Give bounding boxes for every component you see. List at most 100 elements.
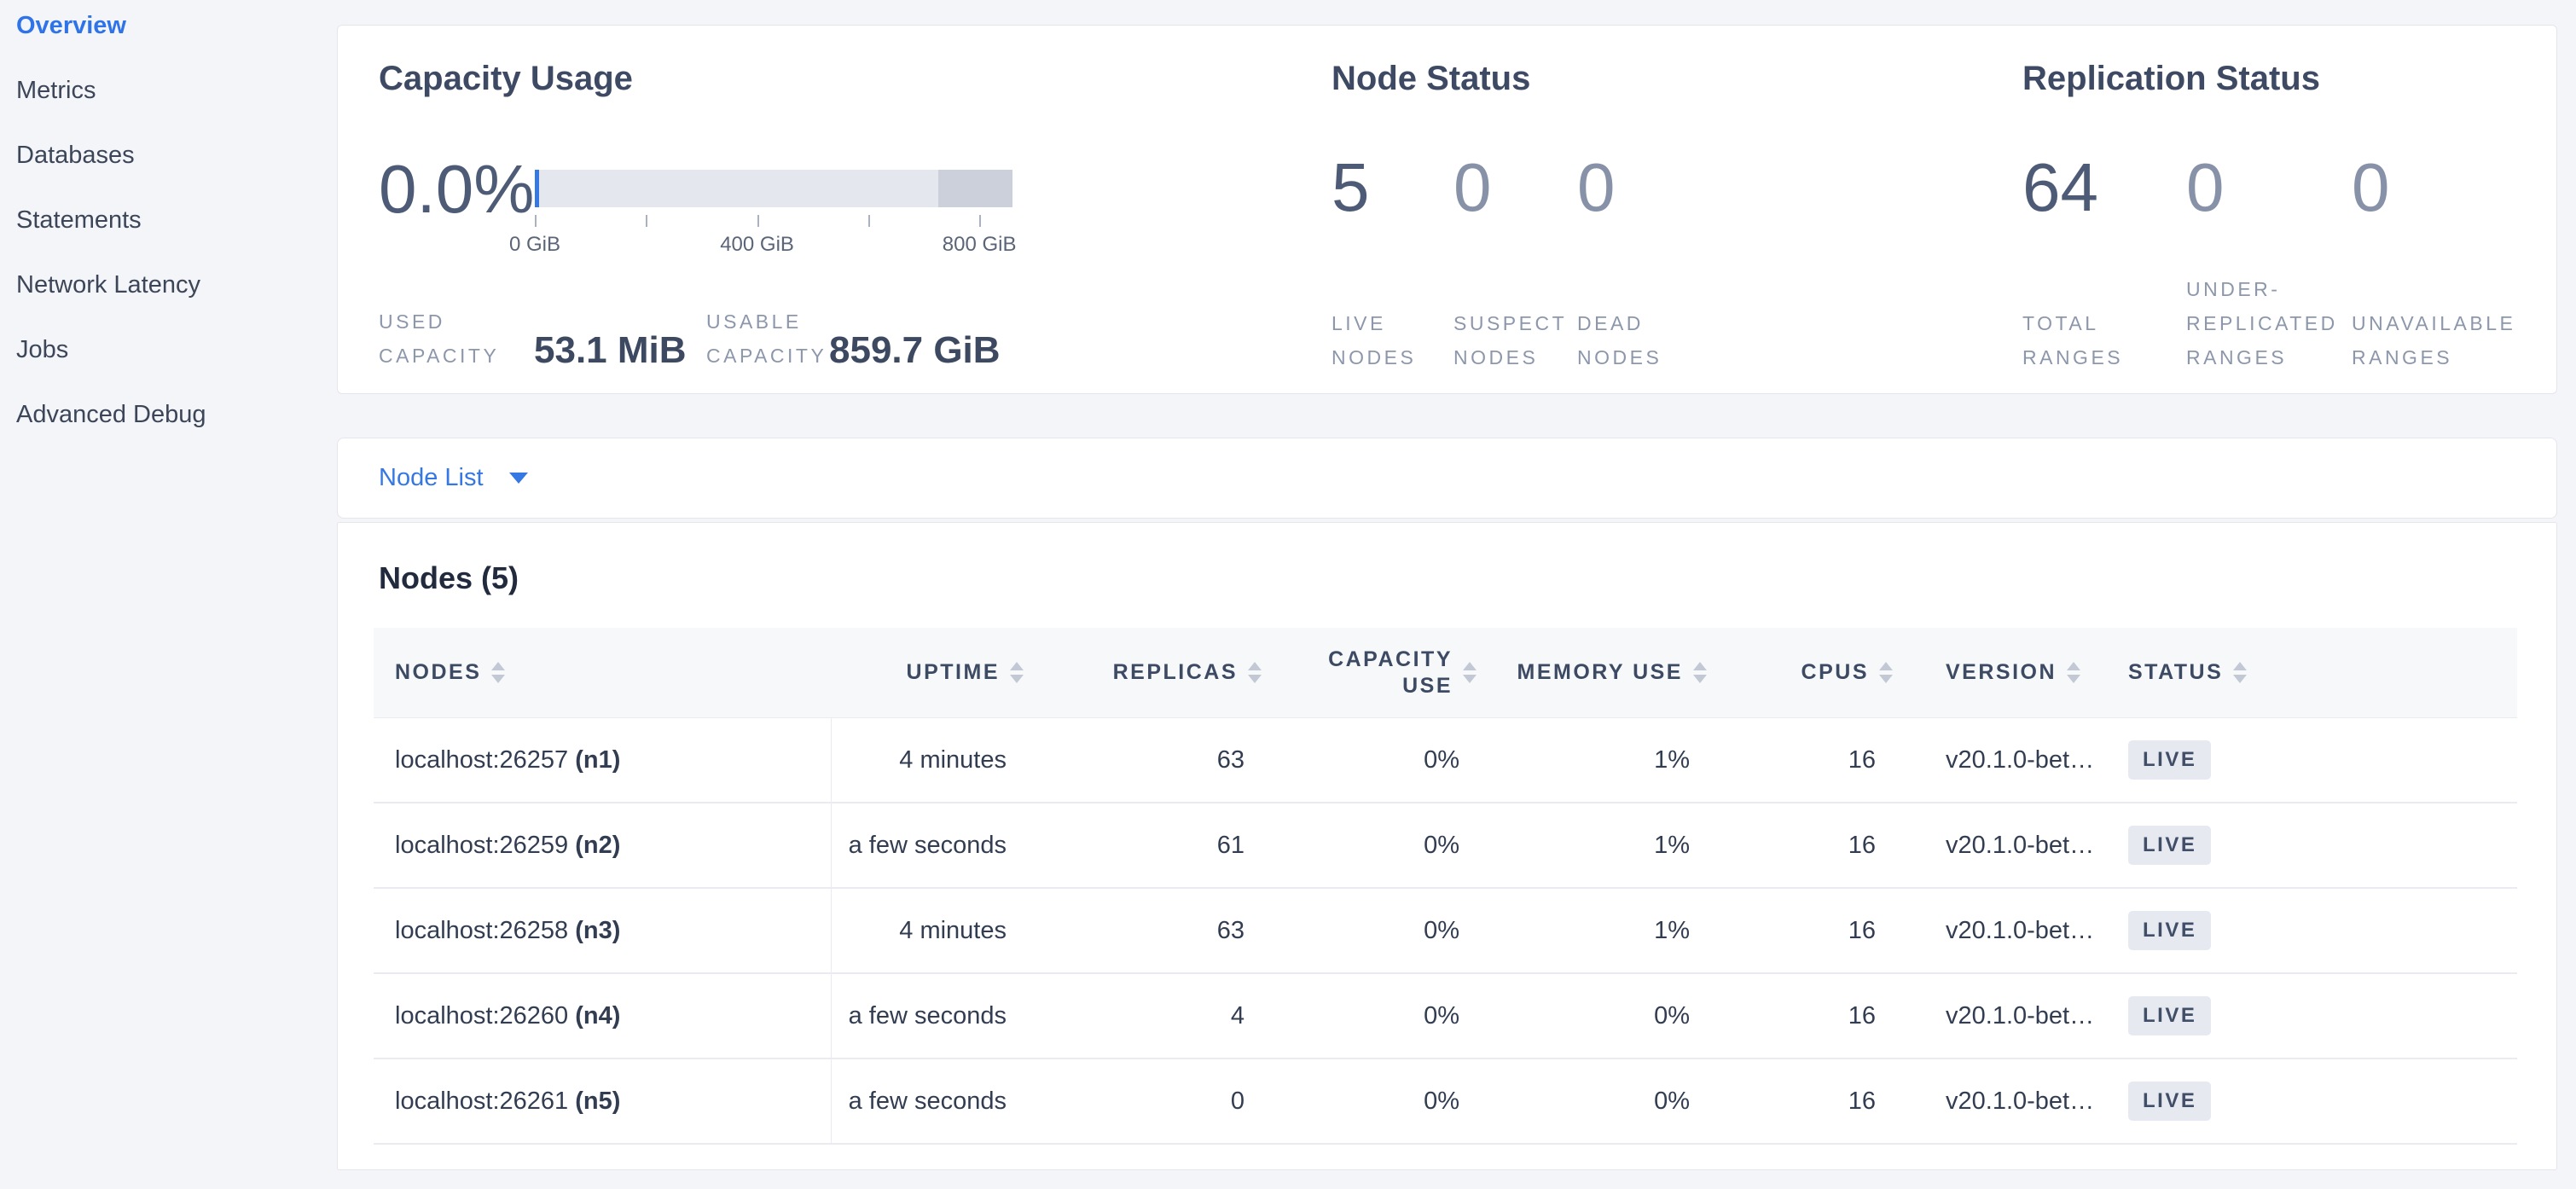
sort-up-icon bbox=[1248, 662, 1262, 670]
sort-arrows-icon[interactable] bbox=[1248, 662, 1262, 683]
cell-memory_use: 1% bbox=[1485, 888, 1715, 973]
cell-uptime: 4 minutes bbox=[831, 888, 1032, 973]
node-id: (n4) bbox=[575, 1002, 620, 1030]
axis-tick-label: 800 GiB bbox=[943, 233, 1017, 257]
dead-nodes-label: DEAD NODES bbox=[1577, 306, 1714, 374]
node-address-link[interactable]: localhost:26260 (n4) bbox=[395, 1002, 620, 1030]
sort-down-icon bbox=[1248, 675, 1262, 683]
node-status-title: Node Status bbox=[1332, 60, 1530, 98]
column-label-replicas: REPLICAS bbox=[1113, 660, 1238, 685]
table-row: localhost:26257 (n1)4 minutes630%1%16v20… bbox=[374, 718, 2517, 803]
suspect-nodes-stat: 0SUSPECT NODES bbox=[1453, 154, 1577, 374]
cell-memory_use: 0% bbox=[1485, 1058, 1715, 1144]
cell-status: LIVE bbox=[2108, 803, 2517, 888]
column-header-uptime[interactable]: UPTIME bbox=[831, 628, 1032, 718]
cell-memory_use: 0% bbox=[1485, 973, 1715, 1058]
column-header-replicas[interactable]: REPLICAS bbox=[1032, 628, 1270, 718]
cell-uptime: a few seconds bbox=[831, 973, 1032, 1058]
cell-uptime: a few seconds bbox=[831, 1058, 1032, 1144]
capacity-bar-segment bbox=[535, 170, 938, 207]
nodes-card: Nodes (5) NODESUPTIMEREPLICASCAPACITY US… bbox=[337, 522, 2557, 1170]
sort-up-icon bbox=[2067, 662, 2080, 670]
cell-cpus: 16 bbox=[1715, 718, 1901, 803]
column-header-nodes[interactable]: NODES bbox=[374, 628, 831, 718]
sort-up-icon bbox=[1010, 662, 1024, 670]
column-header-capacity_use[interactable]: CAPACITY USE bbox=[1270, 628, 1485, 718]
capacity-bar-segment bbox=[938, 170, 1012, 207]
sort-up-icon bbox=[1693, 662, 1707, 670]
cell-replicas: 63 bbox=[1032, 888, 1270, 973]
cluster-summary-card: Capacity Usage 0.0% 0 GiB400 GiB800 GiB … bbox=[337, 25, 2557, 394]
table-row: localhost:26259 (n2)a few seconds610%1%1… bbox=[374, 803, 2517, 888]
main-content: Capacity Usage 0.0% 0 GiB400 GiB800 GiB … bbox=[337, 0, 2557, 1189]
cell-version: v20.1.0-bet… bbox=[1901, 803, 2108, 888]
cell-status: LIVE bbox=[2108, 888, 2517, 973]
node-address-link[interactable]: localhost:26258 (n3) bbox=[395, 917, 620, 944]
suspect-nodes-label: SUSPECT NODES bbox=[1453, 306, 1577, 374]
sort-arrows-icon[interactable] bbox=[491, 662, 505, 683]
sort-arrows-icon[interactable] bbox=[1010, 662, 1024, 683]
column-header-status[interactable]: STATUS bbox=[2108, 628, 2517, 718]
node-list-label: Node List bbox=[379, 464, 484, 492]
capacity-usage-title: Capacity Usage bbox=[379, 60, 633, 98]
sort-down-icon bbox=[2067, 675, 2080, 683]
status-badge: LIVE bbox=[2128, 826, 2211, 865]
sort-up-icon bbox=[491, 662, 505, 670]
axis-tick bbox=[646, 215, 647, 227]
sidebar-item-overview[interactable]: Overview bbox=[0, 0, 337, 58]
node-address-link[interactable]: localhost:26259 (n2) bbox=[395, 832, 620, 859]
column-header-memory_use[interactable]: MEMORY USE bbox=[1485, 628, 1715, 718]
cell-nodes: localhost:26257 (n1) bbox=[374, 718, 831, 803]
column-label-nodes: NODES bbox=[395, 660, 481, 685]
cell-uptime: a few seconds bbox=[831, 803, 1032, 888]
sort-arrows-icon[interactable] bbox=[1879, 662, 1893, 683]
unavailable-ranges-value: 0 bbox=[2352, 154, 2548, 222]
chevron-down-icon bbox=[509, 473, 528, 484]
cell-replicas: 61 bbox=[1032, 803, 1270, 888]
sort-arrows-icon[interactable] bbox=[2233, 662, 2247, 683]
column-label-capacity_use: CAPACITY USE bbox=[1325, 647, 1453, 699]
cell-replicas: 4 bbox=[1032, 973, 1270, 1058]
sidebar-item-metrics[interactable]: Metrics bbox=[0, 58, 337, 123]
capacity-used-percent: 0.0% bbox=[379, 155, 534, 223]
cell-uptime: 4 minutes bbox=[831, 718, 1032, 803]
sort-down-icon bbox=[491, 675, 505, 683]
node-id: (n2) bbox=[575, 832, 620, 859]
cell-memory_use: 1% bbox=[1485, 803, 1715, 888]
node-address-link[interactable]: localhost:26261 (n5) bbox=[395, 1088, 620, 1115]
replication-status-title: Replication Status bbox=[2022, 60, 2320, 98]
sidebar-item-jobs[interactable]: Jobs bbox=[0, 317, 337, 382]
node-id: (n1) bbox=[575, 746, 620, 774]
replication-status-stats: 64TOTAL RANGES0UNDER-REPLICATED RANGES0U… bbox=[2022, 154, 2548, 374]
total-ranges-label: TOTAL RANGES bbox=[2022, 306, 2186, 374]
column-header-version[interactable]: VERSION bbox=[1901, 628, 2108, 718]
sidebar-item-advanced-debug[interactable]: Advanced Debug bbox=[0, 382, 337, 447]
sort-arrows-icon[interactable] bbox=[1463, 662, 1477, 683]
cell-memory_use: 1% bbox=[1485, 718, 1715, 803]
column-header-cpus[interactable]: CPUS bbox=[1715, 628, 1901, 718]
node-status-section: Node Status 5LIVE NODES0SUSPECT NODES0DE… bbox=[1332, 26, 2005, 393]
status-badge: LIVE bbox=[2128, 1082, 2211, 1121]
capacity-usage-section: Capacity Usage 0.0% 0 GiB400 GiB800 GiB … bbox=[379, 26, 1326, 393]
sort-arrows-icon[interactable] bbox=[1693, 662, 1707, 683]
cell-version: v20.1.0-bet… bbox=[1901, 1058, 2108, 1144]
cell-status: LIVE bbox=[2108, 1058, 2517, 1144]
cell-nodes: localhost:26259 (n2) bbox=[374, 803, 831, 888]
unavailable-ranges-label: UNAVAILABLE RANGES bbox=[2352, 306, 2548, 374]
sidebar-item-databases[interactable]: Databases bbox=[0, 123, 337, 188]
total-ranges-stat: 64TOTAL RANGES bbox=[2022, 154, 2186, 374]
node-address-link[interactable]: localhost:26257 (n1) bbox=[395, 746, 620, 774]
used-capacity-value: 53.1 MiB bbox=[534, 330, 687, 371]
sort-arrows-icon[interactable] bbox=[2067, 662, 2080, 683]
sidebar-item-statements[interactable]: Statements bbox=[0, 188, 337, 252]
sidebar-item-network-latency[interactable]: Network Latency bbox=[0, 252, 337, 317]
node-list-dropdown[interactable]: Node List bbox=[337, 438, 2557, 519]
cell-version: v20.1.0-bet… bbox=[1901, 888, 2108, 973]
cell-status: LIVE bbox=[2108, 718, 2517, 803]
axis-tick bbox=[868, 215, 870, 227]
axis-tick bbox=[979, 215, 981, 227]
table-row: localhost:26258 (n3)4 minutes630%1%16v20… bbox=[374, 888, 2517, 973]
status-badge: LIVE bbox=[2128, 740, 2211, 780]
cell-capacity_use: 0% bbox=[1270, 718, 1485, 803]
sort-down-icon bbox=[1010, 675, 1024, 683]
